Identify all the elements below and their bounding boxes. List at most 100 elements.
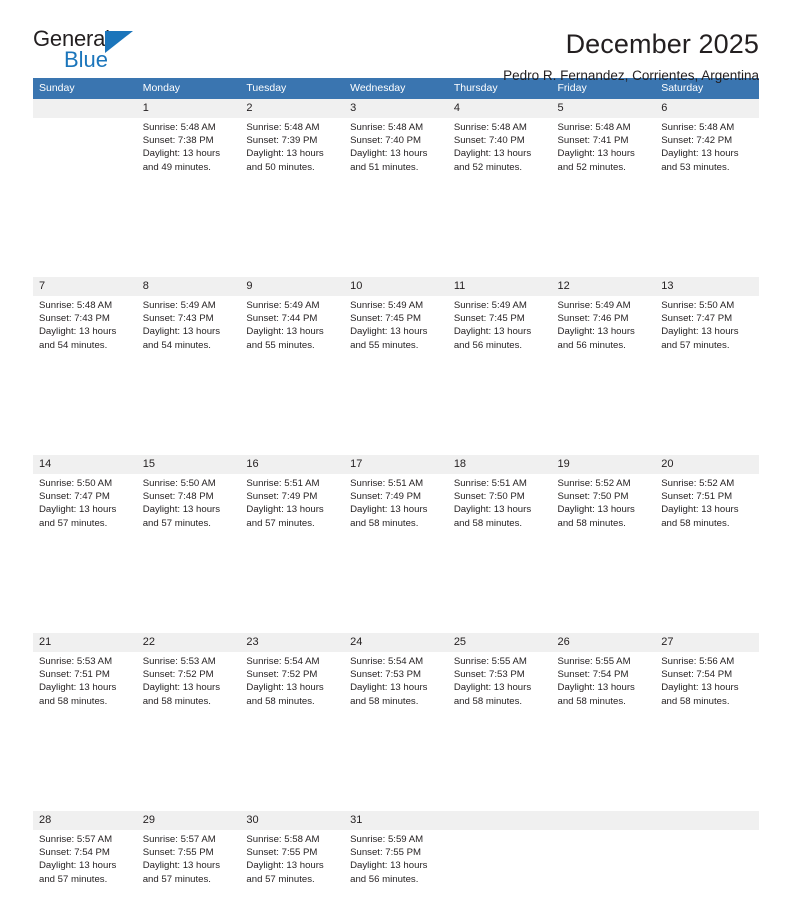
sunset-text: Sunset: 7:55 PM — [350, 847, 422, 859]
day-number: 1 — [136, 99, 241, 118]
day-info: Sunrise: 5:50 AM Sunset: 7:47 PM Daylight:… — [33, 474, 137, 530]
sunset-text: Sunset: 7:51 PM — [661, 491, 733, 503]
day-number — [655, 811, 759, 830]
sunset-text: Sunset: 7:42 PM — [661, 135, 733, 147]
calendar-day-cell[interactable]: 18 Sunrise: 5:51 AM Sunset: 7:50 PM Dayligh… — [447, 455, 552, 544]
sunset-text: Sunset: 7:49 PM — [246, 491, 318, 503]
sunset-text: Sunset: 7:43 PM — [142, 313, 214, 325]
daylight-text: Daylight: 13 hours and 49 minutes. — [142, 148, 221, 173]
sunset-text: Sunset: 7:54 PM — [661, 669, 733, 681]
sunrise-text: Sunrise: 5:57 AM — [39, 834, 113, 845]
daylight-text: Daylight: 13 hours and 57 minutes. — [246, 860, 324, 885]
calendar-day-cell[interactable]: 6 Sunrise: 5:48 AM Sunset: 7:42 PM Daylight… — [655, 99, 759, 188]
day-number: 27 — [655, 633, 759, 652]
daylight-text: Daylight: 13 hours and 58 minutes. — [39, 682, 117, 707]
day-info: Sunrise: 5:52 AM Sunset: 7:50 PM Daylight:… — [552, 474, 656, 530]
day-number — [447, 811, 552, 830]
calendar-day-cell[interactable]: 31 Sunrise: 5:59 AM Sunset: 7:55 PM Dayligh… — [344, 811, 448, 900]
day-number: 20 — [655, 455, 759, 474]
weekday-header-sunday: Sunday — [33, 78, 137, 99]
sunrise-text: Sunrise: 5:50 AM — [142, 478, 216, 489]
day-info: Sunrise: 5:49 AM Sunset: 7:45 PM Daylight:… — [344, 296, 448, 352]
sunrise-text: Sunrise: 5:52 AM — [661, 478, 735, 489]
sunset-text: Sunset: 7:47 PM — [39, 491, 110, 503]
calendar-day-cell[interactable]: 14 Sunrise: 5:50 AM Sunset: 7:47 PM Dayligh… — [33, 455, 137, 544]
calendar-day-cell[interactable]: 19 Sunrise: 5:52 AM Sunset: 7:50 PM Dayligh… — [551, 455, 656, 544]
calendar-week-row: 1 Sunrise: 5:48 AM Sunset: 7:38 PM Daylight… — [33, 99, 759, 188]
calendar-day-cell[interactable]: 20 Sunrise: 5:52 AM Sunset: 7:51 PM Dayligh… — [655, 455, 759, 544]
daylight-text: Daylight: 13 hours and 58 minutes. — [661, 682, 739, 707]
sunrise-text: Sunrise: 5:48 AM — [557, 122, 631, 133]
calendar-day-cell[interactable]: 22 Sunrise: 5:53 AM Sunset: 7:52 PM Dayligh… — [136, 633, 241, 722]
calendar-day-cell[interactable]: 8 Sunrise: 5:49 AM Sunset: 7:43 PM Daylight… — [136, 277, 241, 366]
day-number: 29 — [136, 811, 241, 830]
calendar-day-cell[interactable]: 29 Sunrise: 5:57 AM Sunset: 7:55 PM Dayligh… — [136, 811, 241, 900]
sunset-text: Sunset: 7:48 PM — [142, 491, 214, 503]
calendar-day-cell[interactable]: 25 Sunrise: 5:55 AM Sunset: 7:53 PM Dayligh… — [447, 633, 552, 722]
calendar-cell-empty — [655, 811, 759, 900]
day-info: Sunrise: 5:48 AM Sunset: 7:38 PM Daylight:… — [137, 118, 241, 174]
sunset-text: Sunset: 7:47 PM — [661, 313, 733, 325]
week-separator-line — [33, 722, 759, 811]
calendar-week-row: 7 Sunrise: 5:48 AM Sunset: 7:43 PM Daylight… — [33, 277, 759, 366]
day-number: 7 — [33, 277, 137, 296]
day-number: 31 — [344, 811, 448, 830]
day-info: Sunrise: 5:48 AM Sunset: 7:40 PM Daylight:… — [448, 118, 552, 174]
calendar-day-cell[interactable]: 27 Sunrise: 5:56 AM Sunset: 7:54 PM Dayligh… — [655, 633, 759, 722]
sunset-text: Sunset: 7:53 PM — [453, 669, 525, 681]
calendar-day-cell[interactable]: 3 Sunrise: 5:48 AM Sunset: 7:40 PM Daylight… — [344, 99, 448, 188]
calendar-day-cell[interactable]: 21 Sunrise: 5:53 AM Sunset: 7:51 PM Dayligh… — [33, 633, 137, 722]
sunrise-text: Sunrise: 5:51 AM — [453, 478, 527, 489]
day-number: 9 — [240, 277, 345, 296]
calendar-day-cell[interactable]: 26 Sunrise: 5:55 AM Sunset: 7:54 PM Dayligh… — [551, 633, 656, 722]
calendar-week-row: 21 Sunrise: 5:53 AM Sunset: 7:51 PM Dayligh… — [33, 633, 759, 722]
calendar-day-cell[interactable]: 1 Sunrise: 5:48 AM Sunset: 7:38 PM Daylight… — [136, 99, 241, 188]
week-separator-line — [33, 188, 759, 277]
day-info: Sunrise: 5:53 AM Sunset: 7:52 PM Daylight:… — [137, 652, 241, 708]
day-info: Sunrise: 5:48 AM Sunset: 7:42 PM Daylight:… — [655, 118, 759, 174]
calendar-day-cell[interactable]: 7 Sunrise: 5:48 AM Sunset: 7:43 PM Daylight… — [33, 277, 137, 366]
calendar-day-cell[interactable]: 16 Sunrise: 5:51 AM Sunset: 7:49 PM Dayligh… — [240, 455, 345, 544]
calendar-grid: Sunday Monday Tuesday Wednesday Thursday… — [33, 78, 759, 900]
day-number — [33, 99, 137, 118]
sunset-text: Sunset: 7:45 PM — [350, 313, 422, 325]
calendar-day-cell[interactable]: 15 Sunrise: 5:50 AM Sunset: 7:48 PM Dayligh… — [136, 455, 241, 544]
sunrise-text: Sunrise: 5:49 AM — [142, 300, 216, 311]
daylight-text: Daylight: 13 hours and 52 minutes. — [557, 148, 635, 173]
calendar-day-cell[interactable]: 17 Sunrise: 5:51 AM Sunset: 7:49 PM Dayligh… — [344, 455, 448, 544]
calendar-day-cell[interactable]: 12 Sunrise: 5:49 AM Sunset: 7:46 PM Dayligh… — [551, 277, 656, 366]
day-number: 17 — [344, 455, 448, 474]
daylight-text: Daylight: 13 hours and 57 minutes. — [142, 504, 221, 529]
sunrise-text: Sunrise: 5:53 AM — [142, 656, 216, 667]
calendar-day-cell[interactable]: 11 Sunrise: 5:49 AM Sunset: 7:45 PM Dayligh… — [447, 277, 552, 366]
calendar-day-cell[interactable]: 13 Sunrise: 5:50 AM Sunset: 7:47 PM Dayligh… — [655, 277, 759, 366]
sunset-text: Sunset: 7:40 PM — [350, 135, 422, 147]
calendar-day-cell[interactable]: 2 Sunrise: 5:48 AM Sunset: 7:39 PM Daylight… — [240, 99, 345, 188]
calendar-day-cell[interactable]: 5 Sunrise: 5:48 AM Sunset: 7:41 PM Daylight… — [551, 99, 656, 188]
week-separator-line — [33, 366, 759, 455]
sunset-text: Sunset: 7:53 PM — [350, 669, 422, 681]
generalblue-logo[interactable]: General Blue — [33, 28, 138, 74]
sunset-text: Sunset: 7:38 PM — [142, 135, 214, 147]
calendar-day-cell[interactable]: 24 Sunrise: 5:54 AM Sunset: 7:53 PM Dayligh… — [344, 633, 448, 722]
calendar-day-cell[interactable]: 30 Sunrise: 5:58 AM Sunset: 7:55 PM Dayligh… — [240, 811, 345, 900]
calendar-day-cell[interactable]: 10 Sunrise: 5:49 AM Sunset: 7:45 PM Dayligh… — [344, 277, 448, 366]
daylight-text: Daylight: 13 hours and 54 minutes. — [39, 326, 117, 351]
day-info: Sunrise: 5:54 AM Sunset: 7:53 PM Daylight:… — [344, 652, 448, 708]
calendar-day-cell[interactable]: 23 Sunrise: 5:54 AM Sunset: 7:52 PM Dayligh… — [240, 633, 345, 722]
sunrise-text: Sunrise: 5:54 AM — [246, 656, 320, 667]
calendar-day-cell[interactable]: 9 Sunrise: 5:49 AM Sunset: 7:44 PM Daylight… — [240, 277, 345, 366]
calendar-day-cell[interactable]: 4 Sunrise: 5:48 AM Sunset: 7:40 PM Daylight… — [447, 99, 552, 188]
daylight-text: Daylight: 13 hours and 57 minutes. — [661, 326, 739, 351]
week-separator — [33, 188, 759, 277]
day-info: Sunrise: 5:49 AM Sunset: 7:43 PM Daylight:… — [137, 296, 241, 352]
daylight-text: Daylight: 13 hours and 58 minutes. — [246, 682, 324, 707]
sunset-text: Sunset: 7:55 PM — [142, 847, 214, 859]
calendar-day-cell[interactable]: 28 Sunrise: 5:57 AM Sunset: 7:54 PM Dayligh… — [33, 811, 137, 900]
day-info: Sunrise: 5:51 AM Sunset: 7:49 PM Daylight:… — [240, 474, 344, 530]
day-info: Sunrise: 5:57 AM Sunset: 7:54 PM Daylight:… — [33, 830, 137, 886]
daylight-text: Daylight: 13 hours and 57 minutes. — [39, 504, 117, 529]
week-separator — [33, 366, 759, 455]
sunrise-text: Sunrise: 5:48 AM — [350, 122, 424, 133]
day-number: 21 — [33, 633, 137, 652]
